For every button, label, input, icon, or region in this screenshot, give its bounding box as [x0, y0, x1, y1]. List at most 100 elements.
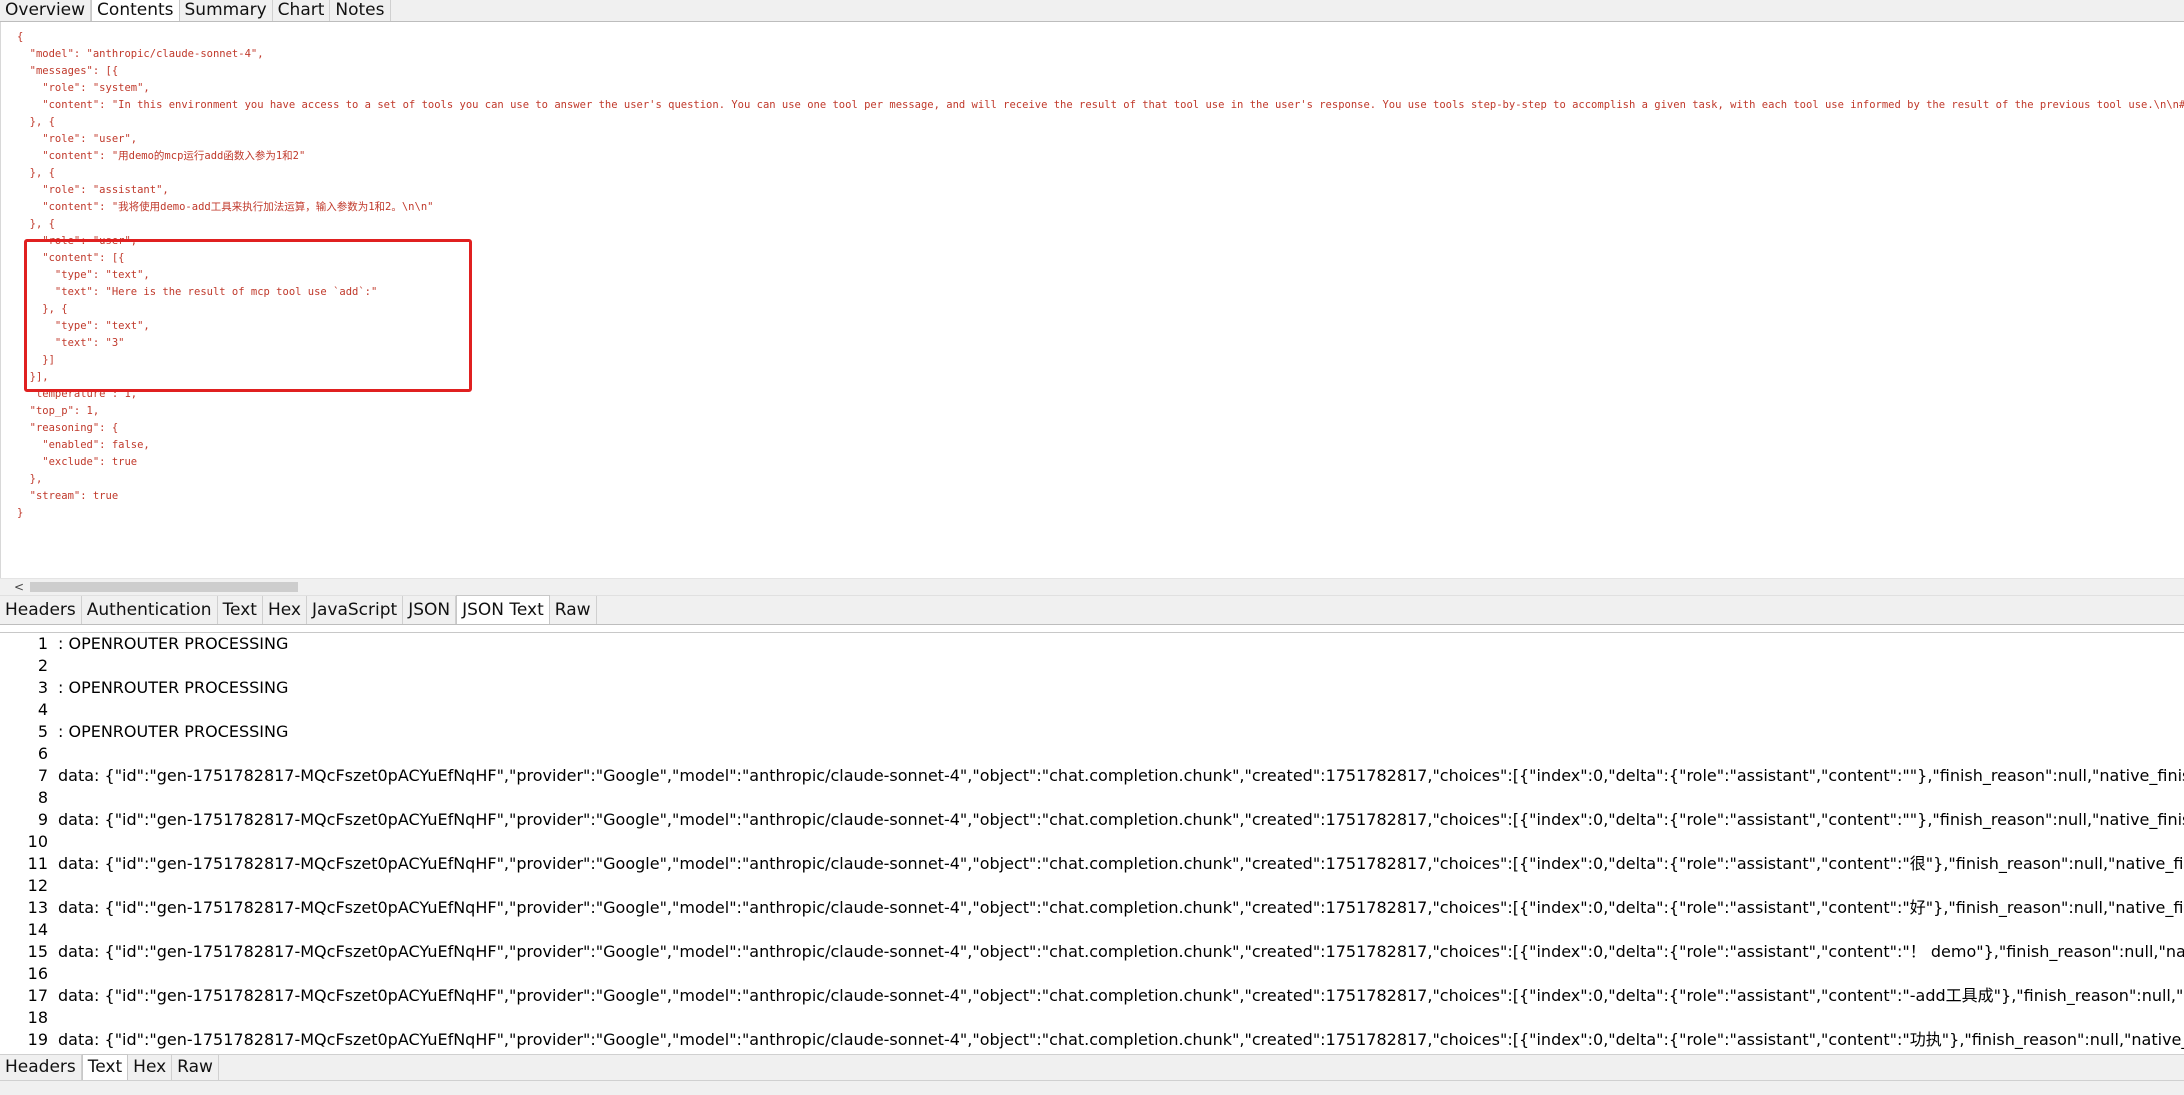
text-line: 18	[0, 1007, 2184, 1029]
line-number: 10	[27, 832, 48, 851]
response-text-view[interactable]: 1: OPENROUTER PROCESSING 2 3: OPENROUTER P…	[0, 632, 2184, 1055]
line-number: 17	[27, 986, 48, 1005]
json-line: "type": "text",	[17, 320, 150, 332]
line-content: data: {"id":"gen-1751782817-MQcFszet0pAC…	[58, 766, 2184, 785]
text-line: 10	[0, 831, 2184, 853]
line-number: 8	[37, 788, 48, 807]
scroll-left-arrow-icon[interactable]: <	[14, 579, 24, 595]
request-inspector-tabs: Headers Authentication Text Hex JavaScri…	[0, 595, 2184, 625]
line-number: 9	[37, 810, 48, 829]
text-line: 8	[0, 787, 2184, 809]
text-line: 16	[0, 963, 2184, 985]
json-line: {	[17, 31, 24, 43]
json-line: "stream": true	[17, 490, 119, 502]
line-content: data: {"id":"gen-1751782817-MQcFszet0pAC…	[58, 986, 2184, 1005]
tab-raw[interactable]: Raw	[550, 596, 597, 624]
json-line: "reasoning": {	[17, 422, 119, 434]
scrollbar-thumb[interactable]	[30, 582, 298, 592]
line-number: 19	[27, 1030, 48, 1049]
request-view-tabs: Overview Contents Summary Chart Notes	[0, 0, 2184, 22]
tab-javascript[interactable]: JavaScript	[307, 596, 404, 624]
json-line: "content": "我将使用demo-add工具来执行加法运算，输入参数为1…	[17, 201, 434, 213]
line-content: data: {"id":"gen-1751782817-MQcFszet0pAC…	[58, 1030, 2184, 1049]
line-number: 18	[27, 1008, 48, 1027]
json-line: }]	[17, 354, 55, 366]
line-number: 4	[37, 700, 48, 719]
tab-response-hex[interactable]: Hex	[128, 1055, 173, 1080]
line-content: data: {"id":"gen-1751782817-MQcFszet0pAC…	[58, 854, 2184, 873]
text-line: 19 data: {"id":"gen-1751782817-MQcFszet0p…	[0, 1029, 2184, 1051]
tab-text[interactable]: Text	[218, 596, 263, 624]
tab-hex[interactable]: Hex	[263, 596, 307, 624]
text-line: 14	[0, 919, 2184, 941]
json-line: "temperature": 1,	[17, 388, 138, 400]
json-line: }, {	[17, 116, 55, 128]
json-line: }, {	[17, 167, 55, 179]
line-number: 14	[27, 920, 48, 939]
json-line: }, {	[17, 303, 68, 315]
json-line: "text": "Here is the result of mcp tool …	[17, 286, 378, 298]
line-number: 3	[37, 678, 48, 697]
text-line: 4	[0, 699, 2184, 721]
line-number: 16	[27, 964, 48, 983]
line-number: 15	[27, 942, 48, 961]
tab-overview[interactable]: Overview	[0, 0, 92, 21]
response-inspector-tabs: Headers Text Hex Raw	[0, 1054, 2184, 1080]
line-content: data: {"id":"gen-1751782817-MQcFszet0pAC…	[58, 810, 2184, 829]
line-content: : OPENROUTER PROCESSING	[58, 722, 289, 741]
request-json-body[interactable]: { "model": "anthropic/claude-sonnet-4", …	[0, 22, 2184, 578]
line-content: : OPENROUTER PROCESSING	[58, 678, 289, 697]
text-line: 12	[0, 875, 2184, 897]
json-line: "text": "3"	[17, 337, 125, 349]
json-line: "content": "用demo的mcp运行add函数入参为1和2"	[17, 150, 306, 162]
text-line: 2	[0, 655, 2184, 677]
line-content: : OPENROUTER PROCESSING	[58, 634, 289, 653]
line-number: 11	[27, 854, 48, 873]
text-line: 15 data: {"id":"gen-1751782817-MQcFszet0p…	[0, 941, 2184, 963]
line-number: 13	[27, 898, 48, 917]
line-number: 5	[37, 722, 48, 741]
line-number: 1	[37, 634, 48, 653]
text-line: 5 : OPENROUTER PROCESSING	[0, 721, 2184, 743]
line-number: 12	[27, 876, 48, 895]
tab-json[interactable]: JSON	[403, 596, 457, 624]
json-line: "role": "system",	[17, 82, 150, 94]
tab-headers[interactable]: Headers	[0, 596, 82, 624]
json-line: }, {	[17, 218, 55, 230]
json-line: "messages": [{	[17, 65, 119, 77]
line-number: 6	[37, 744, 48, 763]
tab-chart[interactable]: Chart	[273, 0, 331, 21]
text-line: 7 data: {"id":"gen-1751782817-MQcFszet0pA…	[0, 765, 2184, 787]
tab-notes[interactable]: Notes	[330, 0, 391, 21]
json-line: }	[17, 507, 24, 519]
text-line: 9 data: {"id":"gen-1751782817-MQcFszet0pA…	[0, 809, 2184, 831]
text-line: 11 data: {"id":"gen-1751782817-MQcFszet0p…	[0, 853, 2184, 875]
json-line: "content": [{	[17, 252, 125, 264]
json-line: "type": "text",	[17, 269, 150, 281]
tab-response-text[interactable]: Text	[81, 1054, 129, 1080]
line-number: 7	[37, 766, 48, 785]
json-line: "role": "assistant",	[17, 184, 169, 196]
json-line: "role": "user",	[17, 133, 138, 145]
tab-contents[interactable]: Contents	[91, 0, 180, 21]
text-line: 1 : OPENROUTER PROCESSING	[0, 633, 2184, 655]
tab-authentication[interactable]: Authentication	[82, 596, 218, 624]
json-line: "top_p": 1,	[17, 405, 100, 417]
text-line: 6	[0, 743, 2184, 765]
tab-response-raw[interactable]: Raw	[172, 1055, 219, 1080]
json-line: "model": "anthropic/claude-sonnet-4",	[17, 48, 264, 60]
line-content: data: {"id":"gen-1751782817-MQcFszet0pAC…	[58, 898, 2184, 917]
json-line: "exclude": true	[17, 456, 138, 468]
json-line: "enabled": false,	[17, 439, 150, 451]
json-line: }],	[17, 371, 49, 383]
tab-response-headers[interactable]: Headers	[0, 1055, 82, 1080]
horizontal-scrollbar[interactable]: <	[0, 578, 2184, 595]
json-line: },	[17, 473, 43, 485]
tab-json-text[interactable]: JSON Text	[456, 595, 550, 624]
status-strip	[0, 1080, 2184, 1095]
text-line: 17 data: {"id":"gen-1751782817-MQcFszet0p…	[0, 985, 2184, 1007]
tab-summary[interactable]: Summary	[180, 0, 273, 21]
json-line: "role": "user",	[17, 235, 138, 247]
text-line: 13 data: {"id":"gen-1751782817-MQcFszet0p…	[0, 897, 2184, 919]
json-line: "content": "In this environment you have…	[17, 99, 2184, 111]
